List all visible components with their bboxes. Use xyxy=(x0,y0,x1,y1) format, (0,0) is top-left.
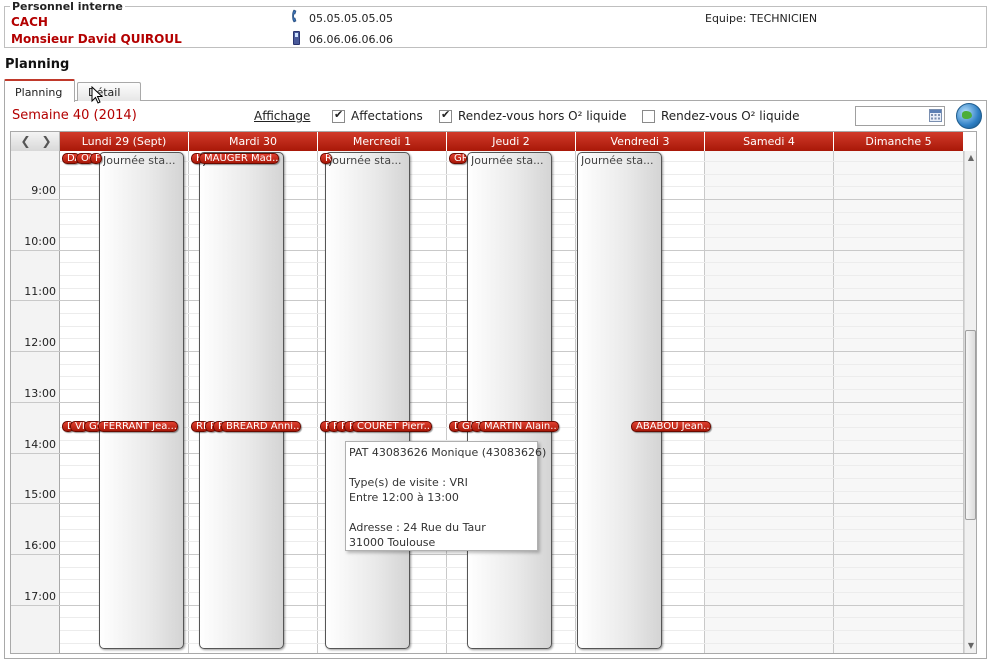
appointment-pill[interactable]: F xyxy=(90,153,102,164)
calendar-event[interactable]: Journée sta... xyxy=(99,152,184,649)
next-week-icon[interactable]: ❯ xyxy=(40,134,53,148)
globe-icon[interactable] xyxy=(956,103,982,129)
hour-label: 10:00 xyxy=(24,235,56,248)
hour-label: 16:00 xyxy=(24,539,56,552)
day-header[interactable]: Mardi 30 xyxy=(189,132,318,151)
rdv-hors-o2-checkbox[interactable] xyxy=(439,108,452,123)
appointment-pill[interactable]: ABABOU Jean... xyxy=(631,421,711,432)
calendar-event[interactable]: Journée sta... xyxy=(467,152,552,649)
time-grid-line xyxy=(11,503,60,504)
rdv-o2-checkbox[interactable] xyxy=(642,110,655,123)
tab-divider xyxy=(4,100,987,101)
affichage-link[interactable]: Affichage xyxy=(254,109,310,123)
mobile-icon xyxy=(293,31,300,45)
day-header[interactable]: Jeudi 2 xyxy=(447,132,576,151)
appointment-tooltip: PAT 43083626 Monique (43083626) Type(s) d… xyxy=(345,441,547,551)
prev-week-icon[interactable]: ❮ xyxy=(19,134,32,148)
week-label: Semaine 40 (2014) xyxy=(12,108,137,123)
company-name: CACH xyxy=(11,15,48,29)
affectations-label: Affectations xyxy=(351,109,423,123)
tooltip-line xyxy=(349,460,534,475)
scroll-thumb[interactable] xyxy=(965,330,976,520)
appointment-pill[interactable]: R xyxy=(320,153,332,164)
time-grid-line xyxy=(11,453,60,454)
appointment-pill[interactable]: MAUGER Mad... xyxy=(199,153,279,164)
phone-icon xyxy=(292,9,300,23)
event-title: Journée sta... xyxy=(103,154,176,167)
mouse-cursor-icon xyxy=(91,85,104,104)
phone-number: 05.05.05.05.05 xyxy=(309,12,393,25)
rdv-o2-label: Rendez-vous O² liquide xyxy=(661,109,800,123)
calendar-event[interactable]: Journée sta... xyxy=(199,152,284,649)
appointment-pill[interactable]: COURET Pierr... xyxy=(352,421,432,432)
tab-planning[interactable]: Planning xyxy=(4,79,75,102)
appointment-pill[interactable]: MARTIN Alain... xyxy=(479,421,559,432)
tooltip-line: Adresse : 24 Rue du Taur xyxy=(349,521,486,534)
day-header[interactable]: Dimanche 5 xyxy=(834,132,964,151)
hour-label: 13:00 xyxy=(24,387,56,400)
day-header[interactable]: Vendredi 3 xyxy=(576,132,705,151)
appointment-pill[interactable]: BREARD Anni... xyxy=(221,421,301,432)
hour-label: 17:00 xyxy=(24,590,56,603)
appointment-pill[interactable]: GR xyxy=(449,153,467,164)
time-grid-line xyxy=(11,554,60,555)
calendar-icon[interactable] xyxy=(929,109,942,122)
event-title: Journée sta... xyxy=(471,154,544,167)
hour-label: 14:00 xyxy=(24,438,56,451)
hour-label: 9:00 xyxy=(31,184,56,197)
scroll-down-icon[interactable]: ▼ xyxy=(966,641,976,651)
week-nav: ❮ ❯ xyxy=(11,132,60,151)
hour-label: 11:00 xyxy=(24,285,56,298)
hour-label: 12:00 xyxy=(24,336,56,349)
time-grid-line xyxy=(11,402,60,403)
tooltip-line: Type(s) de visite : VRI xyxy=(349,476,468,489)
weekly-calendar: ❮ ❯ Lundi 29 (Sept) Mardi 30 Mercredi 1 Jeu… xyxy=(10,131,977,654)
day-header[interactable]: Mercredi 1 xyxy=(318,132,447,151)
hour-label: 15:00 xyxy=(24,488,56,501)
tooltip-line: PAT 43083626 Monique (43083626) xyxy=(349,446,547,459)
rdv-hors-o2-label: Rendez-vous hors O² liquide xyxy=(458,109,627,123)
section-title: Planning xyxy=(5,57,70,72)
equipe-label: Equipe: TECHNICIEN xyxy=(705,12,818,25)
event-title: Journée sta... xyxy=(329,154,402,167)
time-grid-line xyxy=(11,250,60,251)
person-name: Monsieur David QUIROUL xyxy=(11,32,182,46)
time-grid-line xyxy=(11,351,60,352)
tooltip-line xyxy=(349,505,534,520)
affectations-checkbox[interactable] xyxy=(332,108,345,123)
tooltip-line: 31000 Toulouse xyxy=(349,536,436,549)
event-title: Journée sta... xyxy=(581,154,654,167)
calendar-event[interactable]: Journée sta... xyxy=(577,152,662,649)
scroll-up-icon[interactable]: ▲ xyxy=(966,153,976,163)
time-grid-line xyxy=(11,199,60,200)
tab-detail[interactable]: Détail xyxy=(77,82,141,101)
calendar-event[interactable]: Journée sta... xyxy=(325,152,410,649)
time-grid-line xyxy=(11,300,60,301)
day-header[interactable]: Lundi 29 (Sept) xyxy=(60,132,189,151)
day-header[interactable]: Samedi 4 xyxy=(705,132,834,151)
mobile-number: 06.06.06.06.06 xyxy=(309,33,393,46)
appointment-pill[interactable]: FERRANT Jea... xyxy=(98,421,178,432)
tooltip-line: Entre 12:00 à 13:00 xyxy=(349,491,459,504)
personnel-legend: Personnel interne xyxy=(10,0,125,13)
time-grid-line xyxy=(11,605,60,606)
